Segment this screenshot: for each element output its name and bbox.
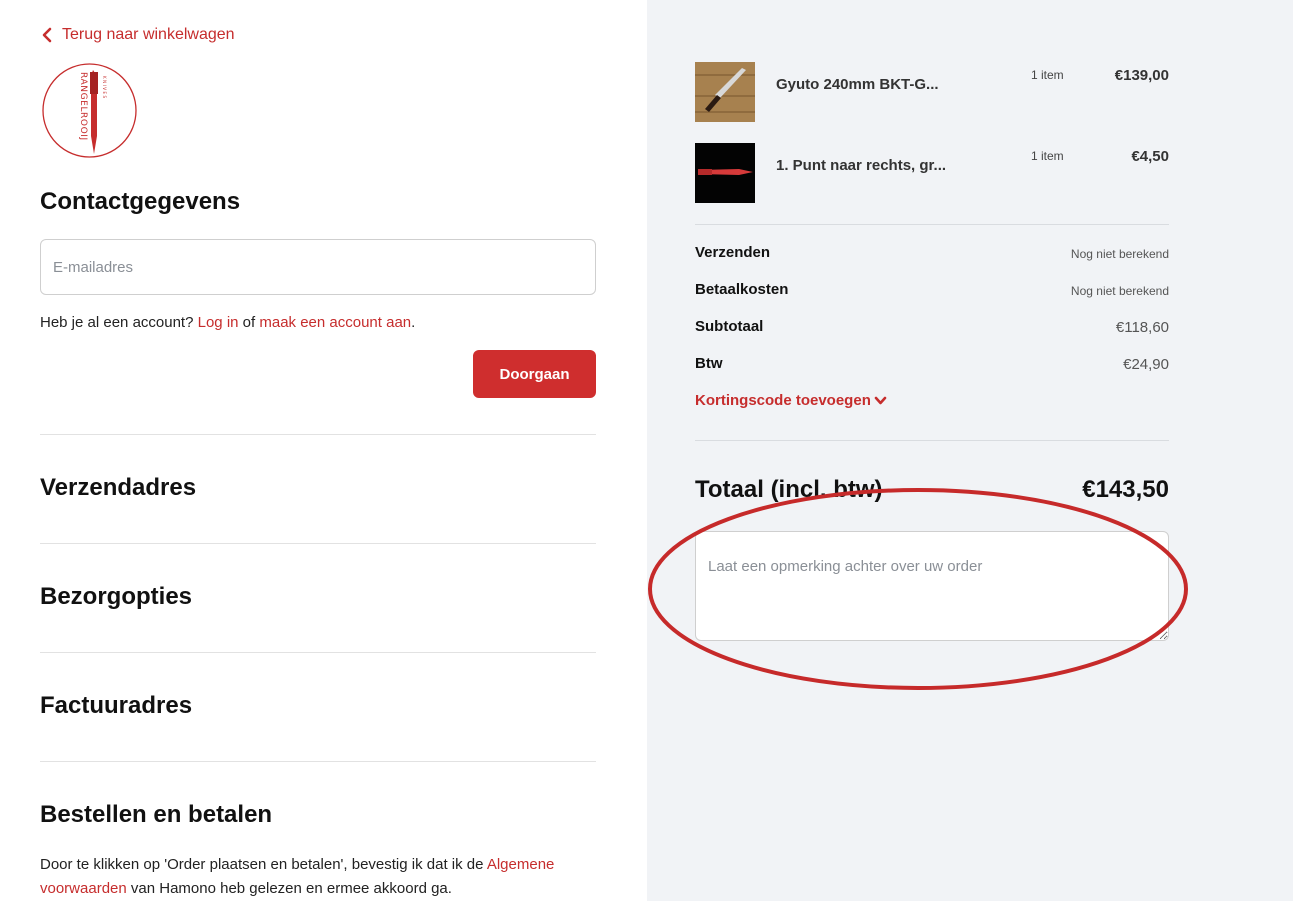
cart-item-qty: 1 item: [1031, 149, 1064, 163]
cart-item-qty: 1 item: [1031, 68, 1064, 82]
chevron-left-icon: [42, 27, 52, 43]
email-field[interactable]: [40, 239, 596, 295]
red-knife-on-black-thumbnail: [695, 143, 755, 203]
summary-label: Btw: [695, 355, 723, 372]
shipping-address-section[interactable]: Verzendadres: [40, 474, 196, 502]
terms-prefix: Door te klikken op 'Order plaatsen en be…: [40, 856, 487, 873]
add-discount-code-toggle[interactable]: Kortingscode toevoegen: [695, 392, 887, 409]
order-summary-panel: [647, 0, 1293, 901]
continue-button[interactable]: Doorgaan: [473, 350, 596, 398]
svg-text:RANGELROOIJ: RANGELROOIJ: [78, 72, 88, 141]
summary-label: Betaalkosten: [695, 281, 789, 298]
summary-value: €118,60: [1115, 319, 1169, 336]
brand-logo: RANGELROOIJ KNIVES: [42, 63, 137, 158]
summary-value: Nog niet berekend: [1070, 284, 1169, 298]
summary-row-subtotal: Subtotaal €118,60: [695, 318, 1169, 340]
back-to-cart-link[interactable]: Terug naar winkelwagen: [40, 26, 235, 44]
account-prompt: Heb je al een account? Log in of maak ee…: [40, 314, 415, 331]
terms-suffix: van Hamono heb gelezen en ermee akkoord …: [126, 880, 452, 897]
summary-row-vat: Btw €24,90: [695, 355, 1169, 377]
contact-heading: Contactgegevens: [40, 188, 241, 215]
cart-item: 1. Punt naar rechts, gr... 1 item €4,50: [695, 143, 1169, 203]
cart-item-price: €139,00: [1114, 67, 1169, 84]
back-link-label: Terug naar winkelwagen: [62, 26, 235, 43]
account-prompt-text: Heb je al een account?: [40, 314, 198, 331]
login-link[interactable]: Log in: [198, 314, 239, 331]
delivery-options-section[interactable]: Bezorgopties: [40, 583, 192, 611]
total-label: Totaal (incl. btw): [695, 476, 883, 503]
cart-item-name: 1. Punt naar rechts, gr...: [776, 157, 947, 174]
order-pay-section[interactable]: Bestellen en betalen: [40, 801, 272, 829]
or-text: of: [238, 314, 260, 331]
billing-address-section[interactable]: Factuuradres: [40, 692, 192, 720]
summary-label: Verzenden: [695, 244, 771, 261]
terms-text: Door te klikken op 'Order plaatsen en be…: [40, 853, 596, 901]
summary-value: €24,90: [1123, 356, 1169, 373]
create-account-link[interactable]: maak een account aan: [259, 314, 411, 331]
order-note-textarea[interactable]: [695, 531, 1169, 641]
cart-item-price: €4,50: [1131, 148, 1169, 165]
divider: [695, 440, 1169, 441]
svg-text:KNIVES: KNIVES: [102, 76, 107, 100]
summary-row-shipping: Verzenden Nog niet berekend: [695, 244, 1169, 266]
checkout-form-panel: Terug naar winkelwagen RANGELROOIJ KNIVE…: [0, 0, 647, 901]
cart-item: Gyuto 240mm BKT-G... 1 item €139,00: [695, 62, 1169, 122]
divider: [695, 224, 1169, 225]
discount-label: Kortingscode toevoegen: [695, 392, 871, 409]
knife-on-wood-thumbnail: [695, 62, 755, 122]
divider: [40, 434, 596, 435]
summary-value: Nog niet berekend: [1070, 247, 1169, 261]
total-value: €143,50: [1082, 476, 1169, 503]
divider: [40, 652, 596, 653]
period-text: .: [411, 314, 416, 331]
summary-row-payment-fee: Betaalkosten Nog niet berekend: [695, 281, 1169, 303]
chevron-down-icon: [874, 396, 887, 404]
divider: [40, 761, 596, 762]
cart-item-name: Gyuto 240mm BKT-G...: [776, 76, 939, 93]
divider: [40, 543, 596, 544]
summary-label: Subtotaal: [695, 318, 764, 335]
